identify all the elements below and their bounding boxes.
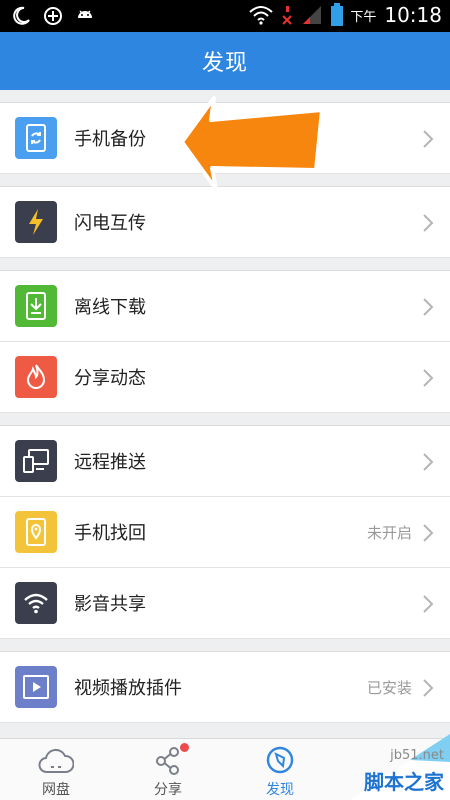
tab-cloud-drive[interactable]: 网盘 bbox=[16, 739, 96, 800]
chevron-right-icon bbox=[423, 298, 434, 316]
chevron-right-icon bbox=[423, 524, 434, 542]
wifi-signal-icon bbox=[249, 6, 274, 25]
offline-download-icon bbox=[15, 285, 57, 327]
add-circle-icon bbox=[44, 7, 62, 25]
tab-discover[interactable]: 发现 bbox=[240, 739, 320, 800]
list-item-label: 分享动态 bbox=[74, 368, 146, 389]
tab-share[interactable]: 分享 bbox=[128, 739, 208, 800]
cell-signal-icon bbox=[303, 6, 322, 24]
chevron-right-icon bbox=[423, 369, 434, 387]
group-divider bbox=[0, 639, 450, 652]
tab-label: 发现 bbox=[266, 782, 294, 798]
tab-label: 网盘 bbox=[42, 782, 70, 798]
chevron-right-icon bbox=[423, 214, 434, 232]
list-item-label: 视频播放插件 bbox=[74, 678, 182, 699]
list-item-remote-push[interactable]: 远程推送 bbox=[0, 426, 450, 497]
status-ampm: 下午 bbox=[350, 9, 377, 25]
list-item-share-feed[interactable]: 分享动态 bbox=[0, 342, 450, 413]
header: 发现 bbox=[0, 32, 450, 90]
list-item-value: 未开启 bbox=[366, 523, 412, 542]
group-divider bbox=[0, 258, 450, 271]
phone-backup-icon bbox=[15, 117, 57, 159]
list-item-value: 已安装 bbox=[366, 678, 412, 697]
list-item-label: 闪电互传 bbox=[74, 213, 146, 234]
compass-icon bbox=[266, 746, 294, 774]
chevron-right-icon bbox=[423, 453, 434, 471]
remote-push-icon bbox=[15, 440, 57, 482]
notification-badge bbox=[180, 743, 189, 752]
lightning-icon bbox=[15, 201, 57, 243]
chevron-right-icon bbox=[423, 130, 434, 148]
chevron-right-icon bbox=[423, 595, 434, 613]
video-play-icon bbox=[15, 666, 57, 708]
moon-icon bbox=[13, 6, 30, 25]
no-signal-icon bbox=[282, 6, 293, 25]
phone-locate-icon bbox=[15, 511, 57, 553]
battery-icon bbox=[331, 3, 344, 26]
list-item-label: 影音共享 bbox=[74, 594, 146, 615]
list-item-label: 远程推送 bbox=[74, 452, 146, 473]
list-item-lightning-transfer[interactable]: 闪电互传 bbox=[0, 187, 450, 258]
group-divider bbox=[0, 413, 450, 426]
status-time: 10:18 bbox=[384, 3, 442, 27]
list-item-label: 手机备份 bbox=[74, 129, 146, 150]
tab-label: 分享 bbox=[154, 782, 182, 798]
list-item-offline-download[interactable]: 离线下载 bbox=[0, 271, 450, 342]
annotation-arrow-icon bbox=[180, 96, 324, 191]
wifi-icon bbox=[15, 582, 57, 624]
watermark-name: 脚本之家 bbox=[364, 770, 444, 794]
status-bar: 下午 10:18 bbox=[0, 0, 450, 32]
list-item-video-plugin[interactable]: 视频播放插件 已安装 bbox=[0, 652, 450, 723]
cloud-icon bbox=[38, 748, 74, 773]
watermark: jb51.net 脚本之家 bbox=[310, 732, 450, 800]
list-item-label: 手机找回 bbox=[74, 523, 146, 544]
page-title: 发现 bbox=[201, 51, 248, 76]
chevron-right-icon bbox=[423, 679, 434, 697]
android-icon bbox=[78, 10, 92, 18]
list-item-phone-locate[interactable]: 手机找回 未开启 bbox=[0, 497, 450, 568]
flame-icon bbox=[15, 356, 57, 398]
watermark-site: jb51.net bbox=[390, 748, 444, 763]
list-item-label: 离线下载 bbox=[74, 297, 146, 318]
list-item-media-share[interactable]: 影音共享 bbox=[0, 568, 450, 639]
